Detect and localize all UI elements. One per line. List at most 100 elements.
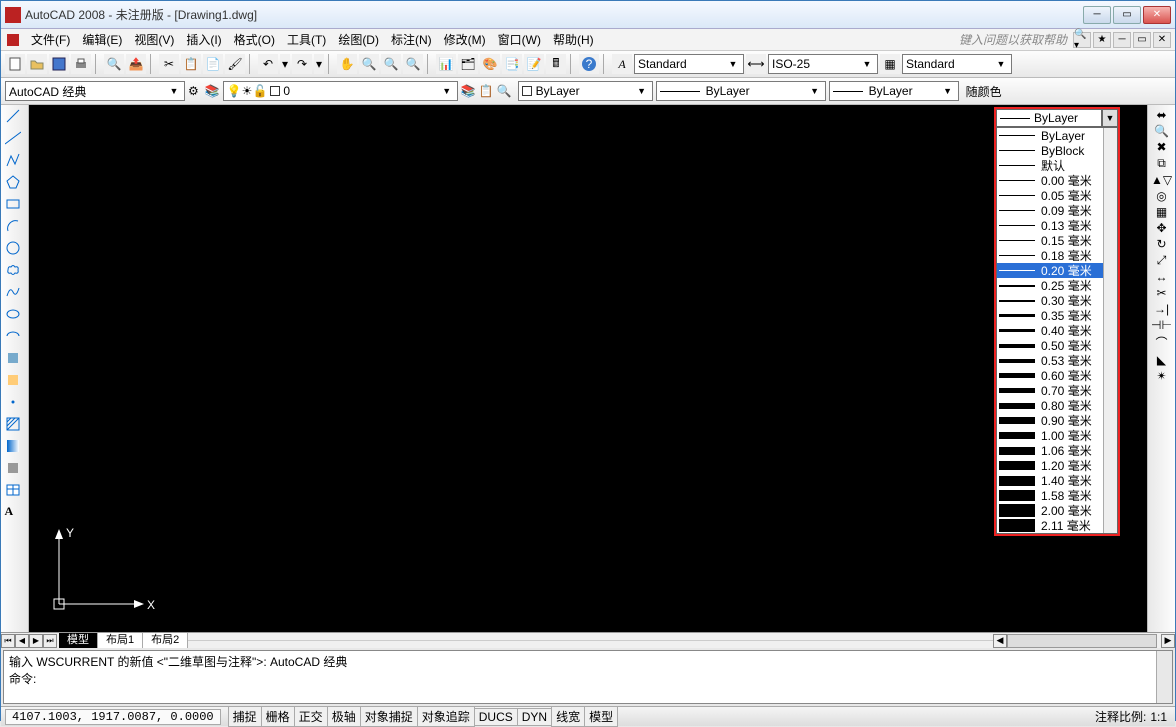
- ellipse-tool[interactable]: [5, 306, 25, 326]
- horizontal-scrollbar[interactable]: [1007, 634, 1157, 648]
- lineweight-option[interactable]: 0.18 毫米: [997, 248, 1117, 263]
- lineweight-dropdown[interactable]: ByLayer▼: [829, 81, 959, 101]
- doc-restore-button[interactable]: ▭: [1133, 32, 1151, 48]
- tool-palettes-button[interactable]: 🎨: [480, 54, 500, 74]
- menu-window[interactable]: 窗口(W): [492, 29, 547, 50]
- hscroll-right[interactable]: ▶: [1161, 634, 1175, 648]
- cut-button[interactable]: ✂: [159, 54, 179, 74]
- grid-toggle[interactable]: 栅格: [261, 706, 295, 727]
- rotate-tool[interactable]: ↻: [1156, 237, 1166, 251]
- close-button[interactable]: ✕: [1143, 6, 1171, 24]
- new-button[interactable]: [5, 54, 25, 74]
- copy-tool[interactable]: ⧉: [1157, 156, 1166, 171]
- scale-tool[interactable]: ⤢: [1157, 253, 1167, 268]
- menu-draw[interactable]: 绘图(D): [332, 29, 385, 50]
- help-button[interactable]: ?: [579, 54, 599, 74]
- menu-insert[interactable]: 插入(I): [180, 29, 227, 50]
- paste-button[interactable]: 📄: [203, 54, 223, 74]
- tab-next-button[interactable]: ▶: [29, 634, 43, 648]
- lineweight-option[interactable]: 0.50 毫米: [997, 338, 1117, 353]
- lineweight-option[interactable]: 0.09 毫米: [997, 203, 1117, 218]
- command-text[interactable]: 输入 WSCURRENT 的新值 <"二维草图与注释">: AutoCAD 经典…: [4, 651, 1156, 703]
- explode-tool[interactable]: ✴: [1156, 369, 1166, 383]
- drawing-area[interactable]: Y X: [29, 105, 1147, 632]
- linetype-dropdown[interactable]: ByLayer▼: [656, 81, 826, 101]
- color-dropdown[interactable]: ByLayer▼: [518, 81, 653, 101]
- osnap-toggle[interactable]: 对象捕捉: [360, 706, 418, 727]
- zoom-realtime-button[interactable]: 🔍: [359, 54, 379, 74]
- table-style-icon[interactable]: ▦: [880, 54, 900, 74]
- lineweight-option[interactable]: 0.35 毫米: [997, 308, 1117, 323]
- layer-states-button[interactable]: 📋: [479, 84, 494, 98]
- ducs-toggle[interactable]: DUCS: [474, 708, 518, 726]
- layer-isolate-button[interactable]: 🔍: [497, 84, 512, 98]
- region-tool[interactable]: [5, 460, 25, 480]
- maximize-button[interactable]: ▭: [1113, 6, 1141, 24]
- zoom-tool[interactable]: 🔍: [1154, 124, 1169, 138]
- chamfer-tool[interactable]: ◣: [1157, 353, 1166, 367]
- workspace-dropdown[interactable]: AutoCAD 经典▼: [5, 81, 185, 101]
- undo-dropdown[interactable]: ▾: [280, 54, 290, 74]
- lineweight-option[interactable]: 0.90 毫米: [997, 413, 1117, 428]
- insert-block-tool[interactable]: [5, 350, 25, 370]
- lineweight-list[interactable]: ByLayerByBlock默认0.00 毫米0.05 毫米0.09 毫米0.1…: [996, 127, 1118, 534]
- plot-preview-button[interactable]: 🔍: [104, 54, 124, 74]
- lineweight-option[interactable]: 1.58 毫米: [997, 488, 1117, 503]
- point-tool[interactable]: [5, 394, 25, 414]
- lineweight-scrollbar[interactable]: [1103, 128, 1117, 533]
- erase-tool[interactable]: ✖: [1156, 140, 1166, 154]
- doc-minimize-button[interactable]: ─: [1113, 32, 1131, 48]
- tab-first-button[interactable]: ⏮: [1, 634, 15, 648]
- tab-layout2[interactable]: 布局2: [143, 633, 188, 648]
- lineweight-option[interactable]: 0.60 毫米: [997, 368, 1117, 383]
- lineweight-option[interactable]: 0.15 毫米: [997, 233, 1117, 248]
- table-style-dropdown[interactable]: Standard▼: [902, 54, 1012, 74]
- print-button[interactable]: [71, 54, 91, 74]
- doc-close-button[interactable]: ✕: [1153, 32, 1171, 48]
- extend-tool[interactable]: →|: [1154, 302, 1169, 316]
- menu-format[interactable]: 格式(O): [228, 29, 281, 50]
- lineweight-option[interactable]: 0.70 毫米: [997, 383, 1117, 398]
- markup-button[interactable]: 📝: [524, 54, 544, 74]
- break-tool[interactable]: ⊣⊢: [1151, 318, 1172, 332]
- lineweight-option[interactable]: 0.20 毫米: [997, 263, 1117, 278]
- workspace-settings-button[interactable]: ⚙: [188, 84, 199, 98]
- line-tool[interactable]: [5, 108, 25, 128]
- hatch-tool[interactable]: [5, 416, 25, 436]
- lineweight-dropdown-button[interactable]: ▼: [1102, 109, 1118, 127]
- match-properties-button[interactable]: 🖌: [225, 54, 245, 74]
- redo-button[interactable]: ↷: [292, 54, 312, 74]
- zoom-previous-button[interactable]: 🔍: [403, 54, 423, 74]
- help-search-input[interactable]: 键入问题以获取帮助: [959, 31, 1067, 48]
- annotation-scale-value[interactable]: 1:1: [1146, 710, 1171, 724]
- menu-dimension[interactable]: 标注(N): [385, 29, 438, 50]
- undo-button[interactable]: ↶: [258, 54, 278, 74]
- properties-button[interactable]: 📊: [436, 54, 456, 74]
- stretch-tool[interactable]: ↔: [1156, 270, 1168, 284]
- layer-dropdown[interactable]: 💡 ☀ 🔓 0 ▼: [223, 81, 458, 101]
- ortho-toggle[interactable]: 正交: [294, 706, 328, 727]
- arc-tool[interactable]: [5, 218, 25, 238]
- menu-tools[interactable]: 工具(T): [281, 29, 332, 50]
- lineweight-option[interactable]: 1.06 毫米: [997, 443, 1117, 458]
- menu-help[interactable]: 帮助(H): [547, 29, 600, 50]
- lineweight-option[interactable]: 0.40 毫米: [997, 323, 1117, 338]
- save-button[interactable]: [49, 54, 69, 74]
- lineweight-option[interactable]: ByLayer: [997, 128, 1117, 143]
- make-block-tool[interactable]: [5, 372, 25, 392]
- text-style-icon[interactable]: A: [612, 54, 632, 74]
- text-style-dropdown[interactable]: Standard▼: [634, 54, 744, 74]
- tab-layout1[interactable]: 布局1: [98, 633, 143, 648]
- lineweight-option[interactable]: 0.05 毫米: [997, 188, 1117, 203]
- array-tool[interactable]: ▦: [1156, 205, 1167, 219]
- lineweight-option[interactable]: 默认: [997, 158, 1117, 173]
- menu-modify[interactable]: 修改(M): [438, 29, 492, 50]
- menu-view[interactable]: 视图(V): [128, 29, 180, 50]
- lineweight-option[interactable]: 0.13 毫米: [997, 218, 1117, 233]
- model-toggle[interactable]: 模型: [584, 706, 618, 727]
- calculator-button[interactable]: 🖩: [546, 54, 566, 74]
- minimize-button[interactable]: ─: [1083, 6, 1111, 24]
- circle-tool[interactable]: [5, 240, 25, 260]
- tab-prev-button[interactable]: ◀: [15, 634, 29, 648]
- pan-tool[interactable]: ⬌: [1156, 108, 1166, 122]
